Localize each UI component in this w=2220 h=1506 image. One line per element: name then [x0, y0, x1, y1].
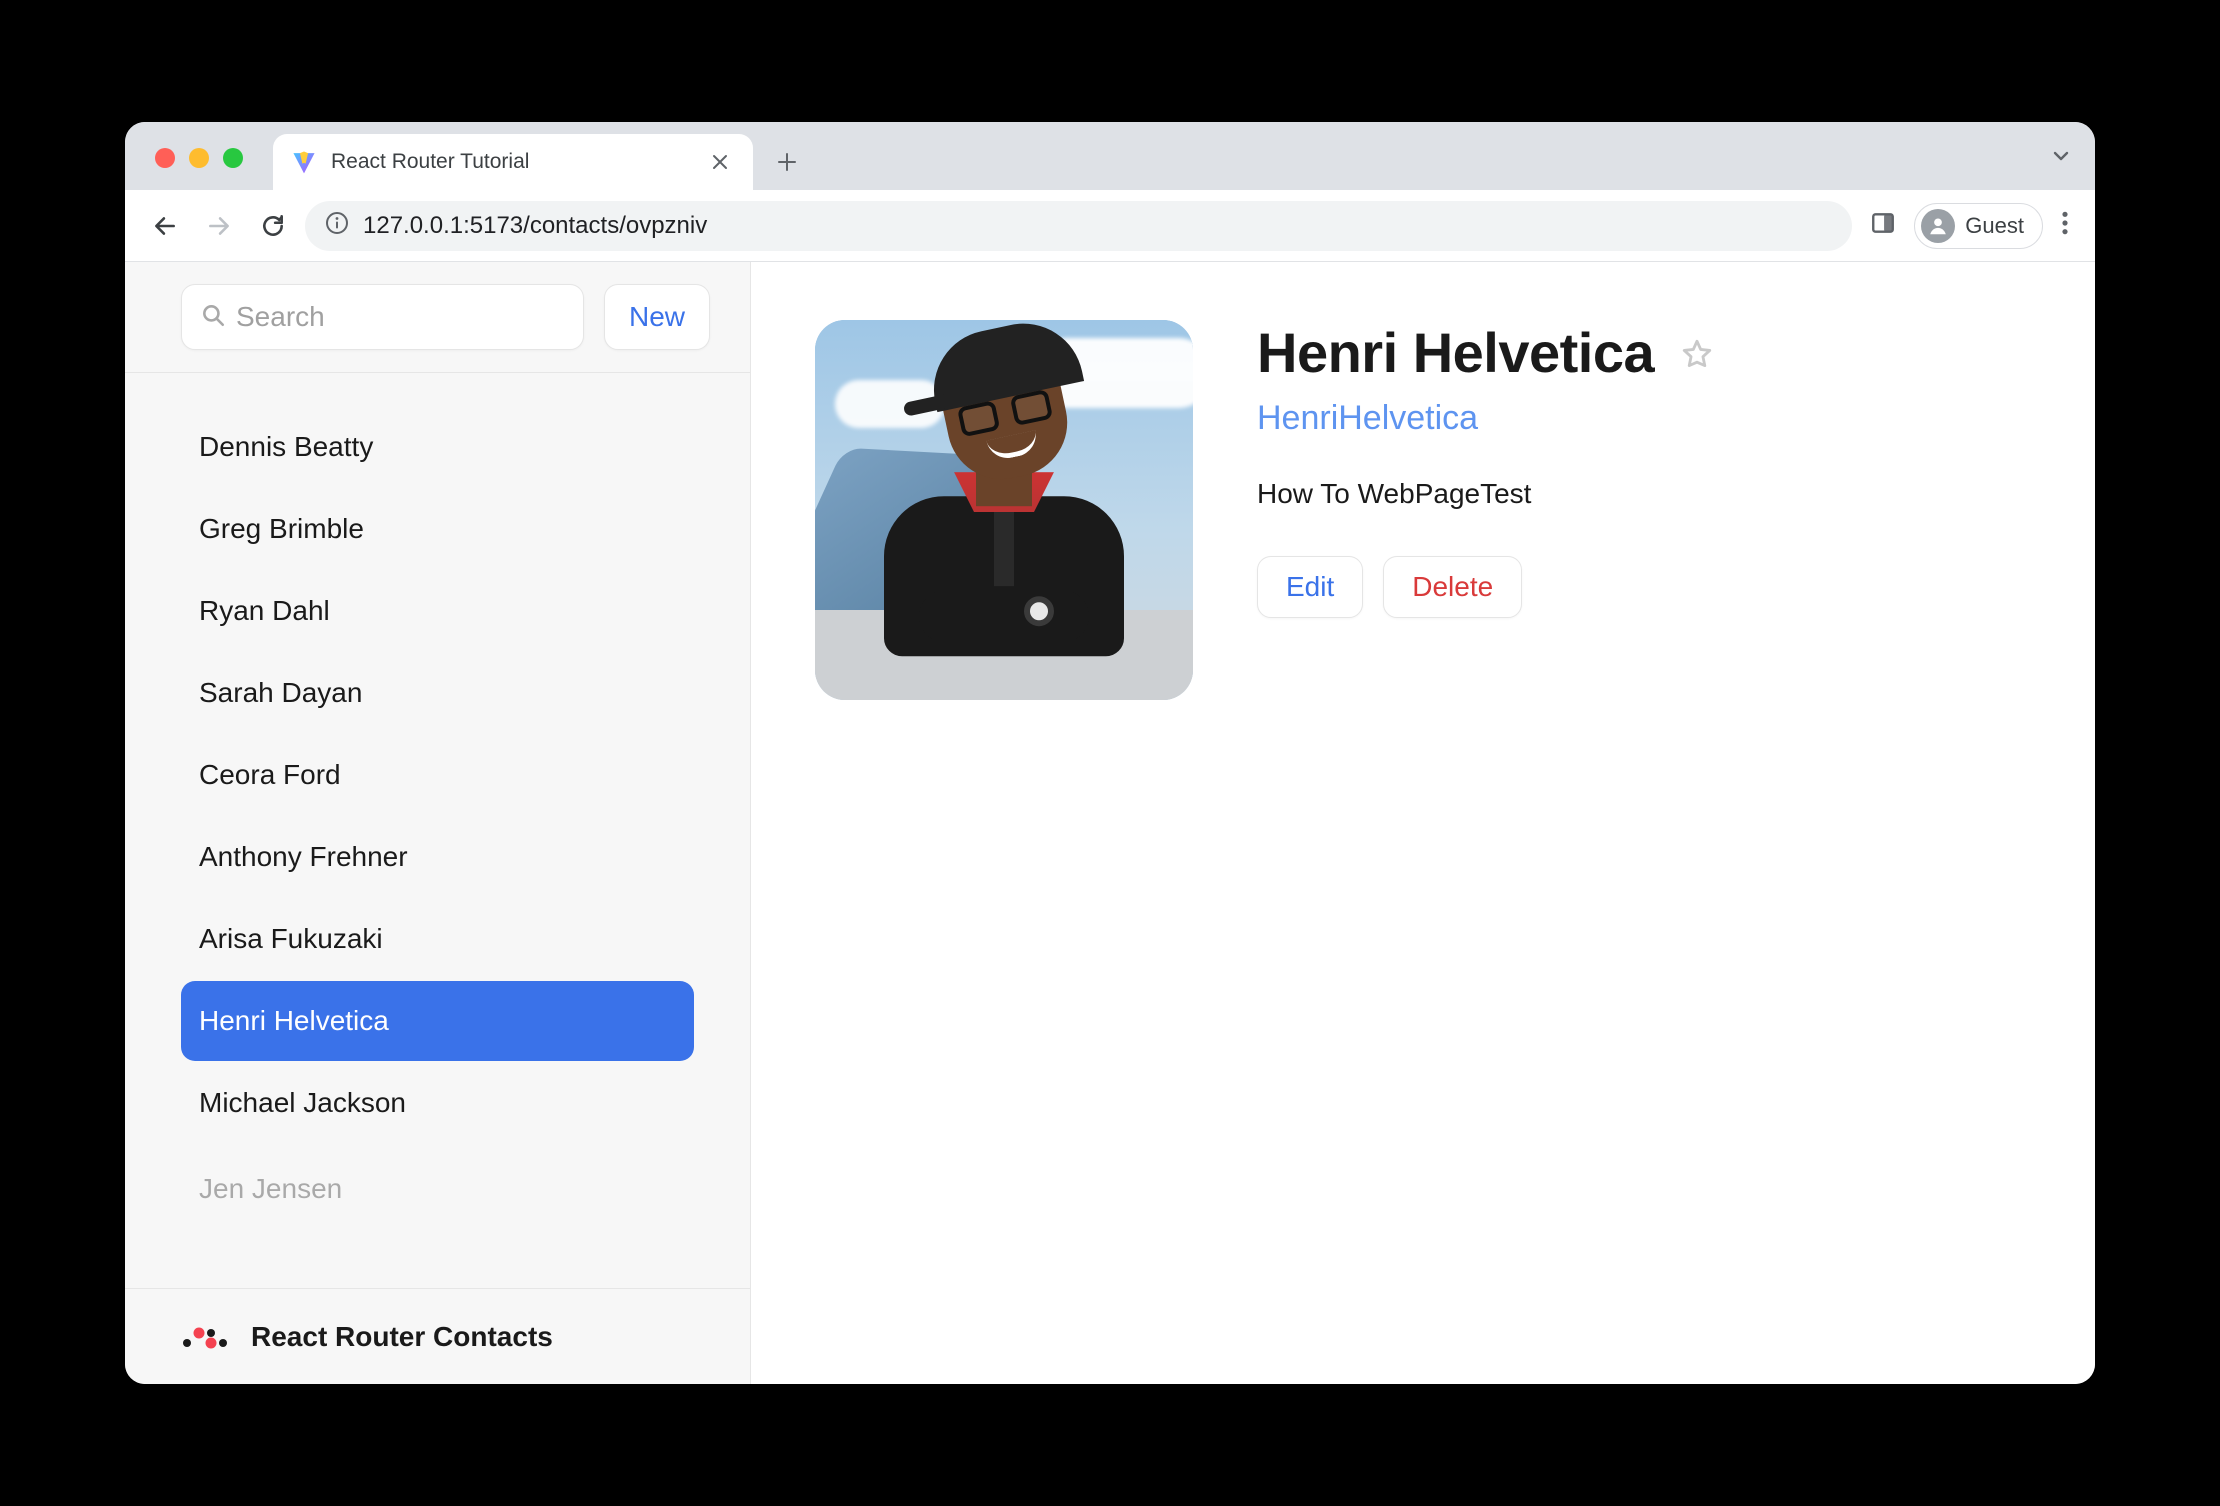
window-controls — [155, 148, 243, 168]
sidebar-item-contact[interactable]: Jen Jensen — [181, 1149, 694, 1229]
tabs-dropdown-button[interactable] — [2051, 146, 2071, 171]
tab-bar: React Router Tutorial — [125, 122, 2095, 190]
contact-bio: How To WebPageTest — [1257, 478, 2031, 510]
contact-avatar — [815, 320, 1193, 700]
url-text: 127.0.0.1:5173/contacts/ovpzniv — [363, 212, 707, 240]
profile-button[interactable]: Guest — [1914, 203, 2043, 249]
sidebar-header: New — [125, 262, 750, 373]
vite-favicon-icon — [291, 149, 317, 175]
app-root: New Dennis BeattyGreg BrimbleRyan DahlSa… — [125, 262, 2095, 1384]
site-info-icon[interactable] — [325, 211, 349, 240]
sidebar-item-contact[interactable]: Ryan Dahl — [181, 571, 694, 651]
tab-close-button[interactable] — [707, 149, 733, 175]
address-bar[interactable]: 127.0.0.1:5173/contacts/ovpzniv — [305, 201, 1852, 251]
guest-avatar-icon — [1921, 209, 1955, 243]
tab-title: React Router Tutorial — [331, 150, 693, 174]
close-window-button[interactable] — [155, 148, 175, 168]
new-contact-button[interactable]: New — [604, 284, 710, 350]
browser-window: React Router Tutorial 127.0.0.1:5173/con — [125, 122, 2095, 1384]
search-box[interactable] — [181, 284, 584, 350]
sidebar-item-contact[interactable]: Greg Brimble — [181, 489, 694, 569]
sidebar-item-contact[interactable]: Dennis Beatty — [181, 407, 694, 487]
sidebar-item-contact[interactable]: Michael Jackson — [181, 1063, 694, 1143]
contact-detail: Henri Helvetica HenriHelvetica How To We… — [751, 262, 2095, 1384]
edit-button[interactable]: Edit — [1257, 556, 1363, 618]
browser-toolbar: 127.0.0.1:5173/contacts/ovpzniv Guest — [125, 190, 2095, 262]
sidebar-item-contact[interactable]: Anthony Frehner — [181, 817, 694, 897]
favorite-star-icon[interactable] — [1680, 337, 1714, 376]
sidebar-item-contact[interactable]: Ceora Ford — [181, 735, 694, 815]
reload-button[interactable] — [251, 204, 295, 248]
search-input[interactable] — [236, 301, 565, 333]
contact-name: Henri Helvetica — [1257, 320, 1654, 385]
new-tab-button[interactable] — [767, 142, 807, 182]
sidebar-item-contact[interactable]: Sarah Dayan — [181, 653, 694, 733]
react-router-logo-icon — [181, 1319, 229, 1354]
sidebar-item-contact[interactable]: Arisa Fukuzaki — [181, 899, 694, 979]
contact-meta: Henri Helvetica HenriHelvetica How To We… — [1257, 320, 2031, 1326]
search-icon — [200, 302, 226, 333]
contact-list[interactable]: Dennis BeattyGreg BrimbleRyan DahlSarah … — [125, 373, 750, 1288]
sidebar: New Dennis BeattyGreg BrimbleRyan DahlSa… — [125, 262, 751, 1384]
delete-button[interactable]: Delete — [1383, 556, 1522, 618]
profile-label: Guest — [1965, 213, 2024, 239]
forward-button[interactable] — [197, 204, 241, 248]
browser-tab[interactable]: React Router Tutorial — [273, 134, 753, 190]
side-panel-button[interactable] — [1862, 210, 1904, 241]
minimize-window-button[interactable] — [189, 148, 209, 168]
back-button[interactable] — [143, 204, 187, 248]
zoom-window-button[interactable] — [223, 148, 243, 168]
contact-handle[interactable]: HenriHelvetica — [1257, 399, 2031, 438]
app-title: React Router Contacts — [251, 1321, 553, 1353]
browser-menu-button[interactable] — [2053, 210, 2077, 241]
sidebar-footer: React Router Contacts — [125, 1288, 750, 1384]
sidebar-item-contact[interactable]: Henri Helvetica — [181, 981, 694, 1061]
